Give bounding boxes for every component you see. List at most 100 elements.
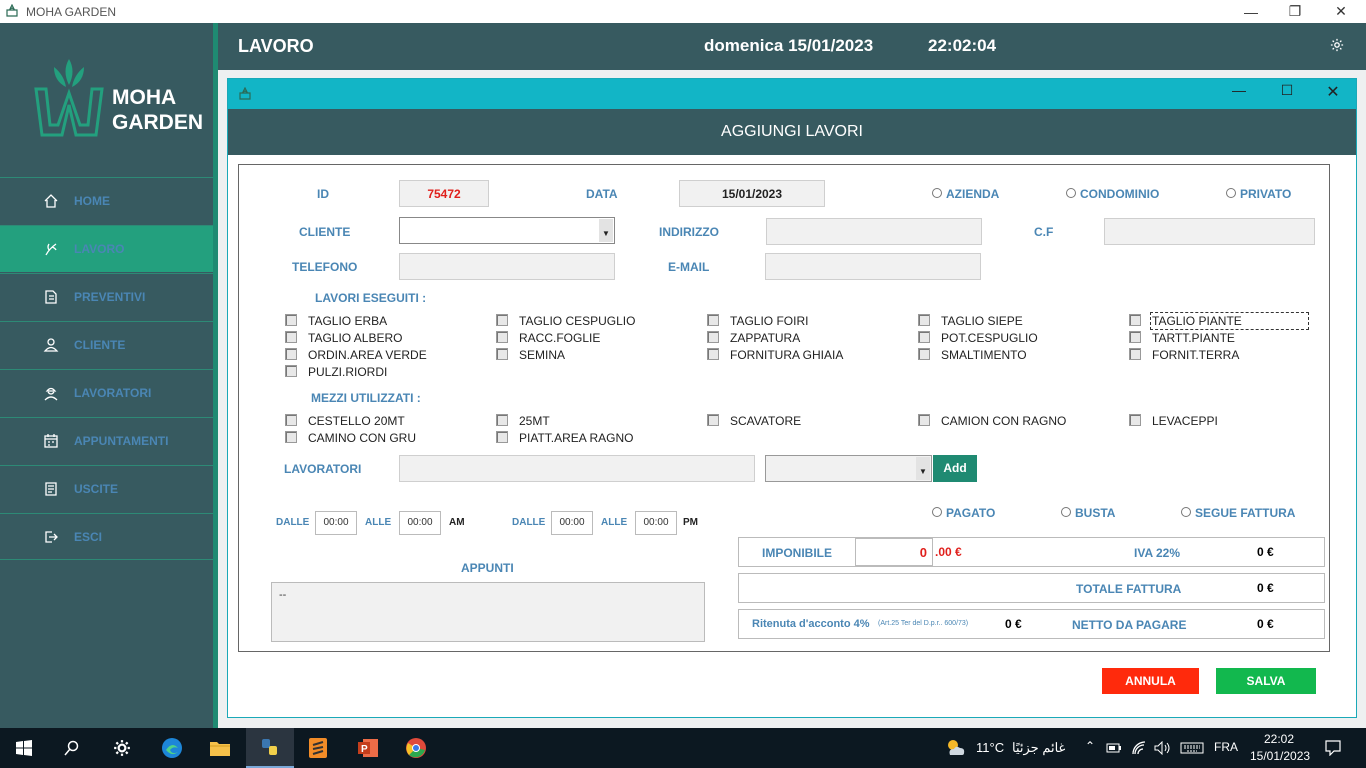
dialog-minimize-button[interactable]: — [1224,82,1254,106]
checkbox-icon[interactable] [1129,314,1141,326]
radio-circle-icon[interactable] [932,188,942,198]
lavoratori-input[interactable] [399,455,755,482]
clock-date[interactable]: 15/01/2023 [1250,749,1310,763]
checkbox-icon[interactable] [285,414,297,426]
chevron-up-icon[interactable]: ⌃ [1085,739,1095,753]
checkbox-icon[interactable] [707,331,719,343]
dialog-close-button[interactable]: ✕ [1318,82,1348,106]
nav-cliente[interactable]: CLIENTE [0,321,213,368]
checkbox-icon[interactable] [285,331,297,343]
checkbox-racc-foglie[interactable]: RACC.FOGLIE [496,331,600,345]
checkbox-taglio-cespuglio[interactable]: TAGLIO CESPUGLIO [496,314,635,328]
battery-icon[interactable] [1106,742,1122,754]
checkbox-icon[interactable] [285,431,297,443]
volume-icon[interactable] [1154,741,1172,755]
annulla-button[interactable]: ANNULA [1102,668,1199,694]
checkbox-icon[interactable] [918,314,930,326]
checkbox-icon[interactable] [707,414,719,426]
checkbox-taglio-siepe[interactable]: TAGLIO SIEPE [918,314,1023,328]
indirizzo-input[interactable] [766,218,982,245]
checkbox-camion-con-ragno[interactable]: CAMION CON RAGNO [918,414,1066,428]
chevron-down-icon[interactable]: ▼ [599,219,613,242]
checkbox-fornitura-ghiaia[interactable]: FORNITURA GHIAIA [707,348,843,362]
telefono-input[interactable] [399,253,615,280]
notification-icon[interactable] [1325,740,1341,756]
taskbar-chrome[interactable] [392,728,440,768]
checkbox-icon[interactable] [1129,331,1141,343]
chevron-down-icon[interactable]: ▼ [916,457,930,480]
checkbox-icon[interactable] [918,331,930,343]
checkbox-fornit-terra[interactable]: FORNIT.TERRA [1129,348,1239,362]
checkbox-taglio-erba[interactable]: TAGLIO ERBA [285,314,387,328]
checkbox-piatt-area-ragno[interactable]: PIATT.AREA RAGNO [496,431,633,445]
radio-circle-icon[interactable] [1181,507,1191,517]
add-worker-button[interactable]: Add [933,455,977,482]
taskbar-python[interactable] [246,728,294,768]
nav-lavoratori[interactable]: LAVORATORI [0,369,213,416]
minimize-button[interactable]: — [1228,0,1274,23]
checkbox-icon[interactable] [1129,348,1141,360]
start-button[interactable] [0,728,48,768]
checkbox-icon[interactable] [707,314,719,326]
checkbox-icon[interactable] [496,431,508,443]
checkbox-icon[interactable] [1129,414,1141,426]
nav-home[interactable]: HOME [0,177,213,224]
checkbox-scavatore[interactable]: SCAVATORE [707,414,801,428]
imponibile-input[interactable]: 0 [855,538,933,566]
checkbox-icon[interactable] [918,414,930,426]
radio-circle-icon[interactable] [1066,188,1076,198]
clock-time[interactable]: 22:02 [1264,732,1294,746]
radio-azienda[interactable]: AZIENDA [932,187,999,201]
radio-circle-icon[interactable] [1226,188,1236,198]
appunti-textarea[interactable]: -- [271,582,705,642]
taskbar-powerpoint[interactable]: P [344,728,392,768]
am-to-input[interactable]: 00:00 [399,511,441,535]
checkbox-taglio-foiri[interactable]: TAGLIO FOIRI [707,314,808,328]
radio-circle-icon[interactable] [932,507,942,517]
date-field[interactable]: 15/01/2023 [679,180,825,207]
search-button[interactable] [48,728,96,768]
checkbox-smaltimento[interactable]: SMALTIMENTO [918,348,1027,362]
pm-from-input[interactable]: 00:00 [551,511,593,535]
radio-busta[interactable]: BUSTA [1061,506,1115,520]
taskbar-settings[interactable] [98,728,146,768]
checkbox-ordin-area-verde[interactable]: ORDIN.AREA VERDE [285,348,427,362]
checkbox-icon[interactable] [285,348,297,360]
email-input[interactable] [765,253,981,280]
checkbox-pot-cespuglio[interactable]: POT.CESPUGLIO [918,331,1038,345]
checkbox-icon[interactable] [496,314,508,326]
radio-segue-fattura[interactable]: SEGUE FATTURA [1181,506,1295,520]
checkbox-pulzi-riordi[interactable]: PULZI.RIORDI [285,365,387,379]
checkbox-semina[interactable]: SEMINA [496,348,565,362]
checkbox-icon[interactable] [496,414,508,426]
radio-pagato[interactable]: PAGATO [932,506,995,520]
radio-circle-icon[interactable] [1061,507,1071,517]
checkbox-levaceppi[interactable]: LEVACEPPI [1129,414,1218,428]
taskbar-explorer[interactable] [196,728,244,768]
cf-input[interactable] [1104,218,1315,245]
radio-condominio[interactable]: CONDOMINIO [1066,187,1159,201]
pm-to-input[interactable]: 00:00 [635,511,677,535]
nav-preventivi[interactable]: PREVENTIVI [0,273,213,320]
wifi-icon[interactable] [1131,741,1147,755]
checkbox-icon[interactable] [918,348,930,360]
checkbox-camino-con-gru[interactable]: CAMINO CON GRU [285,431,416,445]
nav-lavoro[interactable]: LAVORO [0,225,213,272]
nav-uscite[interactable]: USCITE [0,465,213,512]
taskbar-sublime[interactable] [294,728,342,768]
checkbox-icon[interactable] [285,314,297,326]
checkbox-zappatura[interactable]: ZAPPATURA [707,331,800,345]
checkbox-25mt[interactable]: 25MT [496,414,550,428]
checkbox-icon[interactable] [707,348,719,360]
nav-appuntamenti[interactable]: APPUNTAMENTI [0,417,213,464]
nav-esci[interactable]: ESCI [0,513,213,560]
checkbox-cestello-20mt[interactable]: CESTELLO 20MT [285,414,405,428]
close-button[interactable]: ✕ [1318,0,1364,23]
checkbox-icon[interactable] [496,348,508,360]
checkbox-taglio-albero[interactable]: TAGLIO ALBERO [285,331,402,345]
cliente-select[interactable]: ▼ [399,217,615,244]
lavoratori-select[interactable]: ▼ [765,455,932,482]
am-from-input[interactable]: 00:00 [315,511,357,535]
salva-button[interactable]: SALVA [1216,668,1316,694]
checkbox-tartt-piante[interactable]: TARTT.PIANTE [1129,331,1235,345]
